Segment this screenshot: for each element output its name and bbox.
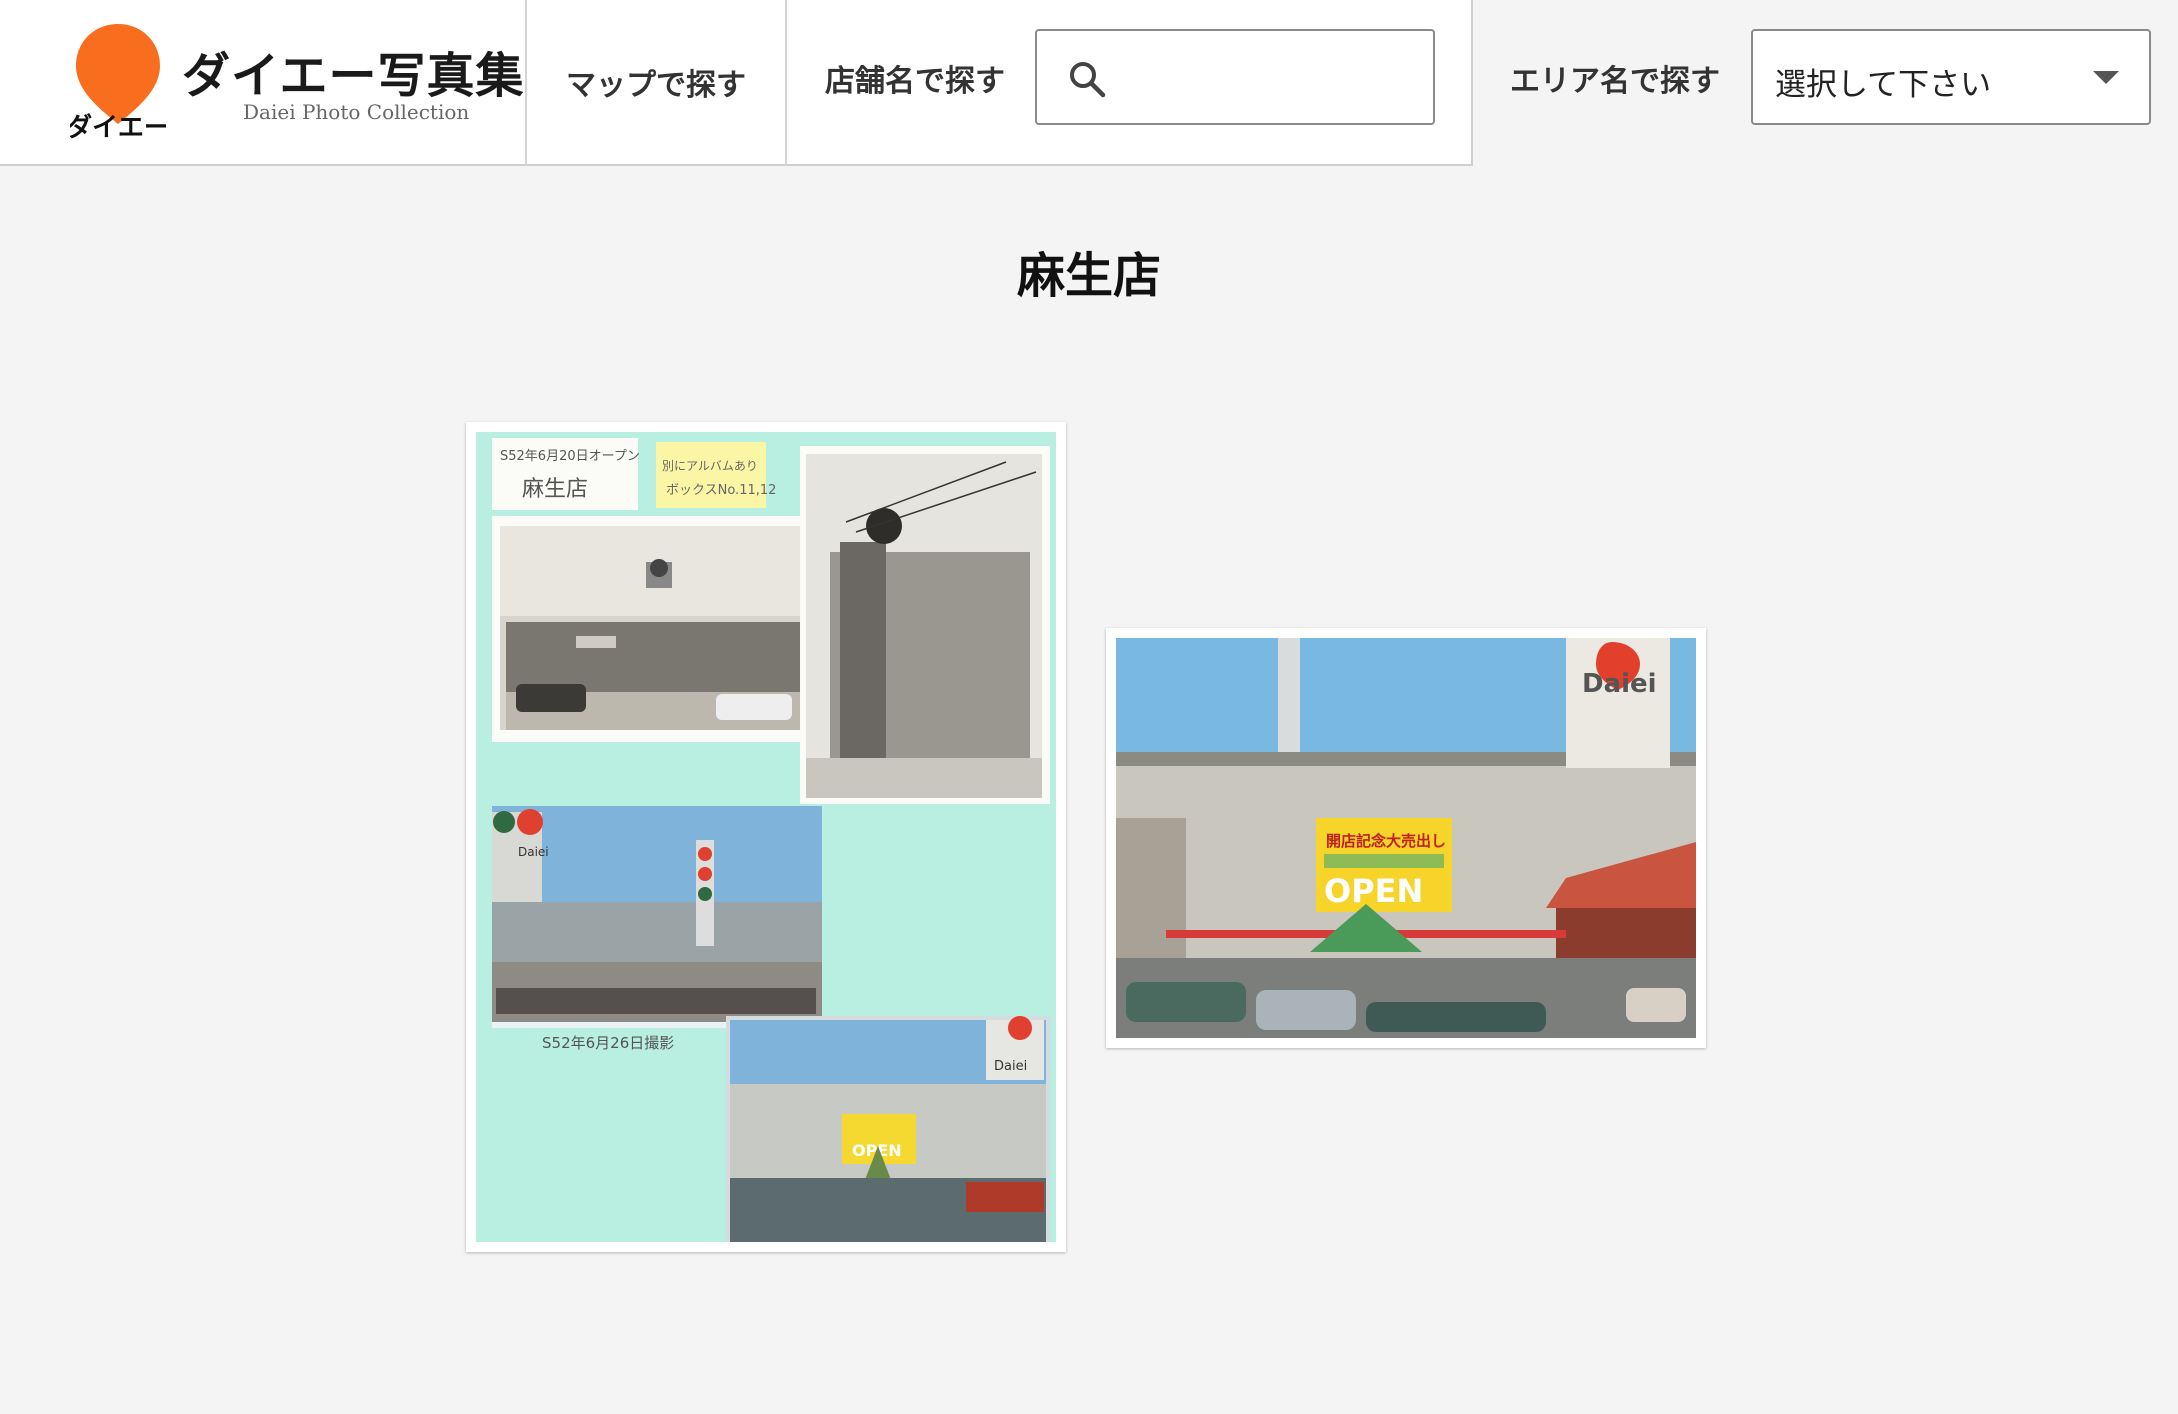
site-title: ダイエー写真集 bbox=[182, 48, 525, 104]
page-title: 麻生店 bbox=[1016, 248, 1161, 304]
photo-thumbnail-album[interactable]: S52年6月20日オープン 麻生店 別にアルバムあり ボックスNo.11,12 … bbox=[466, 422, 1066, 1252]
area-select-value: 選択して下さい bbox=[1775, 67, 1992, 103]
area-search-label: エリア名で探す bbox=[1510, 64, 1720, 99]
album-note-date: S52年6月20日オープン bbox=[500, 449, 640, 464]
search-icon bbox=[1070, 62, 1106, 98]
album-sign-daiei: Daiei bbox=[518, 845, 549, 859]
album-note-sticky-2: ボックスNo.11,12 bbox=[666, 483, 776, 498]
album-photo-image: S52年6月20日オープン 麻生店 別にアルバムあり ボックスNo.11,12 … bbox=[466, 422, 1066, 1252]
site-header: ダイエー ダイエー写真集 Daiei Photo Collection マップで… bbox=[0, 0, 2178, 166]
logo-mark-text: ダイエー bbox=[70, 112, 166, 140]
store-search-box[interactable] bbox=[1035, 29, 1435, 125]
area-select[interactable]: 選択して下さい bbox=[1751, 29, 2151, 125]
daiei-logo-icon: ダイエー bbox=[70, 24, 166, 140]
album-caption: S52年6月26日撮影 bbox=[542, 1034, 674, 1052]
opening-sign-open: OPEN bbox=[1324, 872, 1423, 910]
site-logo[interactable]: ダイエー ダイエー写真集 Daiei Photo Collection bbox=[0, 0, 527, 164]
album-note-store: 麻生店 bbox=[522, 477, 588, 502]
photo-thumbnail-opening[interactable]: Daiei 開店記念大売出し OPEN bbox=[1106, 628, 1706, 1048]
opening-photo-image: Daiei 開店記念大売出し OPEN bbox=[1106, 628, 1706, 1048]
opening-banner-text: 開店記念大売出し bbox=[1326, 832, 1446, 850]
nav-map-button[interactable]: マップで探す bbox=[527, 0, 787, 164]
store-search-input[interactable] bbox=[1127, 41, 1417, 113]
opening-sign-daiei: Daiei bbox=[1582, 669, 1657, 699]
album-note-sticky-1: 別にアルバムあり bbox=[662, 459, 758, 473]
album-sign-daiei-2: Daiei bbox=[994, 1059, 1027, 1074]
chevron-down-icon bbox=[2093, 71, 2119, 84]
header-panel: ダイエー ダイエー写真集 Daiei Photo Collection マップで… bbox=[0, 0, 1473, 166]
store-search-label: 店舗名で探す bbox=[825, 64, 1005, 99]
nav-map-label: マップで探す bbox=[566, 68, 746, 103]
site-subtitle: Daiei Photo Collection bbox=[243, 100, 470, 124]
